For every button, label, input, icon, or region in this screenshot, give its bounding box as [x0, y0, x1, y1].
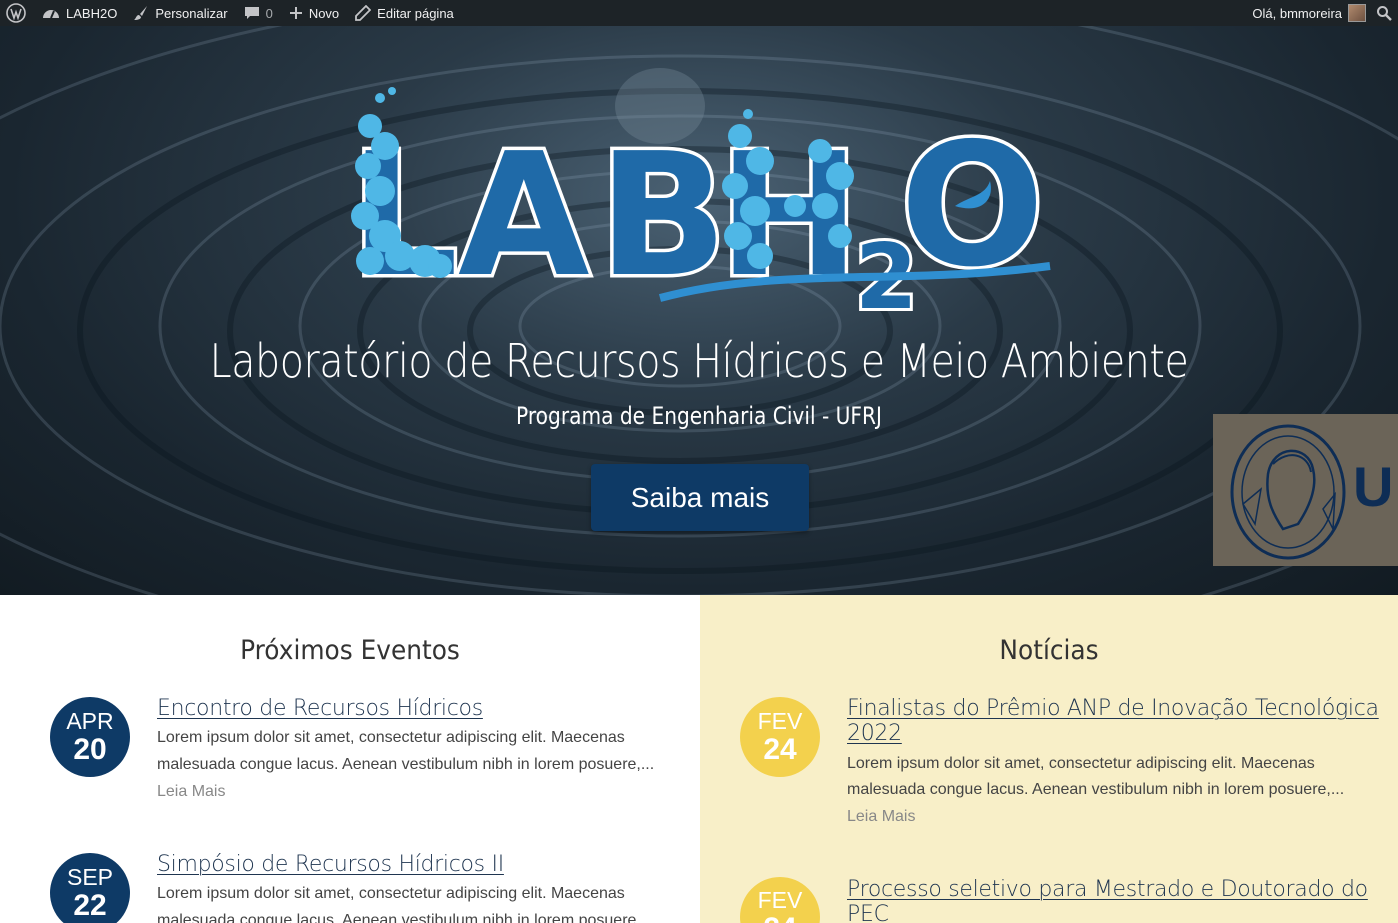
- ufrj-letter: U: [1353, 455, 1394, 518]
- event-day: 22: [73, 888, 107, 922]
- event-excerpt-line: Lorem ipsum dolor sit amet, consectetur …: [157, 729, 625, 746]
- events-section: Próximos Eventos APR 20 Encontro de Recu…: [0, 595, 700, 923]
- site-name: LABH2O: [66, 5, 118, 21]
- event-date-badge: APR 20: [50, 697, 130, 777]
- news-excerpt-line: Lorem ipsum dolor sit amet, consectetur …: [847, 755, 1315, 772]
- brush-icon: [134, 6, 148, 20]
- labh2o-logo: L A B H O 2: [347, 87, 1051, 316]
- pencil-icon: [355, 5, 372, 21]
- customize-label: Personalizar: [155, 5, 228, 21]
- svg-text:A: A: [458, 117, 590, 315]
- wordpress-menu[interactable]: [0, 0, 34, 26]
- hero-title: Laboratório de Recursos Hídricos e Meio …: [209, 334, 1189, 388]
- admin-search[interactable]: [1370, 0, 1398, 26]
- news-date-badge: FEV 24: [740, 697, 820, 777]
- news-title-link[interactable]: Finalistas do Prêmio ANP de Inovação Tec…: [847, 696, 1379, 721]
- event-title-link[interactable]: Simpósio de Recursos Hídricos II: [157, 852, 504, 877]
- comment-icon: [244, 7, 259, 19]
- event-excerpt-line: malesuada congue lacus. Aenean vestibulu…: [157, 756, 655, 773]
- ufrj-logo: U: [1213, 414, 1398, 566]
- greeting: Olá, bmmoreira: [1252, 5, 1342, 21]
- news-month: FEV: [757, 887, 803, 913]
- edit-page-label: Editar página: [377, 5, 454, 21]
- plus-icon: [289, 7, 302, 19]
- hero-subtitle: Programa de Engenharia Civil - UFRJ: [516, 402, 882, 430]
- news-title-link[interactable]: PEC: [847, 902, 889, 923]
- event-title-link[interactable]: Encontro de Recursos Hídricos: [157, 696, 483, 721]
- news-month: FEV: [757, 707, 803, 734]
- ufrj-seal-icon: [1230, 424, 1346, 560]
- event-read-more-link[interactable]: Leia Mais: [157, 783, 225, 801]
- event-item: APR 20 Encontro de Recursos Hídricos Lor…: [0, 595, 700, 923]
- edit-page-link[interactable]: Editar página: [347, 0, 462, 26]
- wordpress-logo-icon: [6, 3, 26, 23]
- event-excerpt-line: Lorem ipsum dolor sit amet, consectetur …: [157, 885, 625, 902]
- news-day: 24: [763, 732, 797, 766]
- news-title-link[interactable]: Processo seletivo para Mestrado e Doutor…: [847, 877, 1368, 902]
- comments-link[interactable]: 0: [236, 0, 281, 26]
- event-day: 20: [73, 732, 107, 766]
- search-icon: [1377, 6, 1392, 21]
- learn-more-button[interactable]: Saiba mais: [591, 464, 809, 531]
- news-date-badge: FEV 24: [740, 877, 820, 923]
- new-label: Novo: [308, 5, 340, 21]
- new-content-link[interactable]: Novo: [281, 0, 347, 26]
- event-date-badge: SEP 22: [50, 853, 130, 923]
- comments-count: 0: [265, 5, 273, 21]
- svg-text:2: 2: [855, 225, 918, 316]
- event-month: SEP: [66, 863, 114, 890]
- site-name-link[interactable]: LABH2O: [34, 0, 125, 26]
- news-day: 24: [763, 914, 796, 923]
- news-excerpt-line: malesuada congue lacus. Aenean vestibulu…: [847, 781, 1345, 798]
- event-month: APR: [66, 707, 114, 734]
- hero-section: L A B H O 2 Laboratório de Recursos Hídr…: [0, 26, 1398, 595]
- customize-link[interactable]: Personalizar: [125, 0, 235, 26]
- admin-bar: LABH2O Personalizar 0 Novo Editar página…: [0, 0, 1398, 26]
- news-read-more-link[interactable]: Leia Mais: [847, 808, 915, 826]
- news-section: Notícias FEV 24 Finalistas do Prêmio ANP…: [700, 595, 1398, 923]
- news-item: FEV 24 Finalistas do Prêmio ANP de Inova…: [700, 595, 1398, 923]
- avatar: [1348, 4, 1366, 22]
- news-title-link[interactable]: 2022: [847, 721, 902, 746]
- dashboard-icon: [43, 10, 59, 19]
- account-menu[interactable]: Olá, bmmoreira: [1244, 0, 1370, 26]
- event-excerpt-line: malesuada congue lacus. Aenean vestibulu…: [157, 912, 655, 923]
